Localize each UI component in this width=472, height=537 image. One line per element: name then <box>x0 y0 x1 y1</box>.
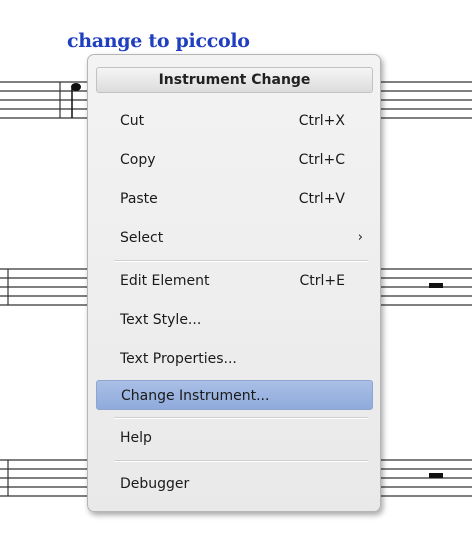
menu-item-change-instrument[interactable]: Change Instrument... <box>96 380 373 410</box>
whole-rest-2 <box>429 473 443 478</box>
context-menu: Instrument Change Cut Ctrl+X Copy Ctrl+C… <box>87 54 381 512</box>
menu-item-edit-element[interactable]: Edit Element Ctrl+E <box>96 266 373 296</box>
menu-item-shortcut: Ctrl+X <box>298 113 345 129</box>
menu-separator <box>114 417 368 419</box>
menu-item-debugger[interactable]: Debugger <box>96 469 373 499</box>
menu-item-label: Help <box>120 430 152 446</box>
menu-item-text-style[interactable]: Text Style... <box>96 305 373 335</box>
menu-item-select[interactable]: Select › <box>96 223 373 253</box>
menu-item-label: Edit Element <box>120 273 210 289</box>
menu-item-label: Paste <box>120 191 158 207</box>
menu-item-label: Cut <box>120 113 145 129</box>
menu-separator <box>114 260 368 262</box>
menu-item-label: Text Properties... <box>120 351 237 367</box>
menu-title: Instrument Change <box>96 67 373 93</box>
menu-item-label: Copy <box>120 152 156 168</box>
staff-text[interactable]: change to piccolo <box>67 30 250 52</box>
whole-rest-1 <box>429 283 443 288</box>
menu-item-copy[interactable]: Copy Ctrl+C <box>96 145 373 175</box>
menu-item-help[interactable]: Help <box>96 423 373 453</box>
menu-item-paste[interactable]: Paste Ctrl+V <box>96 184 373 214</box>
menu-item-shortcut: Ctrl+V <box>298 191 345 207</box>
menu-item-label: Select <box>120 230 164 246</box>
menu-item-shortcut: Ctrl+E <box>299 273 346 289</box>
menu-item-text-properties[interactable]: Text Properties... <box>96 344 373 374</box>
menu-item-shortcut: Ctrl+C <box>298 152 345 168</box>
menu-separator <box>114 460 368 462</box>
menu-item-cut[interactable]: Cut Ctrl+X <box>96 106 373 136</box>
menu-item-label: Change Instrument... <box>121 388 270 404</box>
menu-item-label: Debugger <box>120 476 190 492</box>
chevron-right-icon: › <box>357 230 363 245</box>
menu-item-label: Text Style... <box>120 312 202 328</box>
